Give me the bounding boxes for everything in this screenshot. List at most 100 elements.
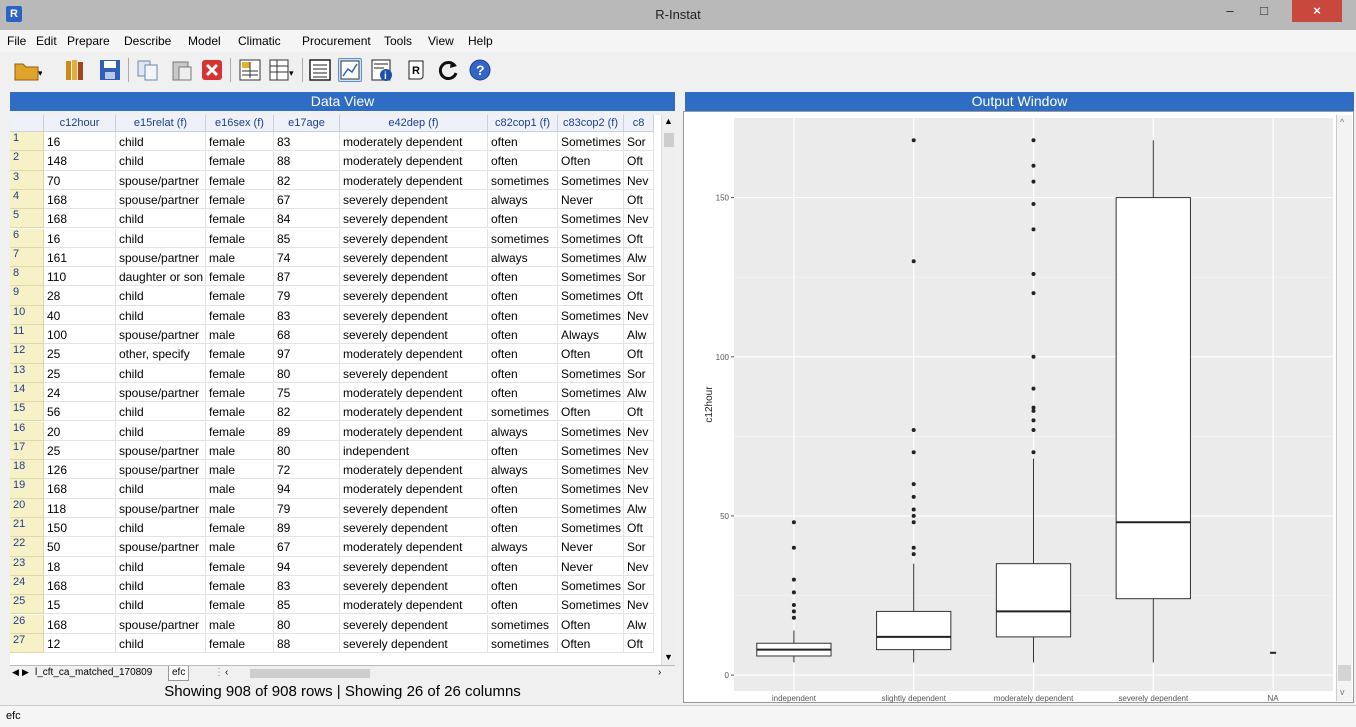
table-cell[interactable]: Sometimes xyxy=(558,363,624,383)
table-cell[interactable]: Nev xyxy=(624,305,654,325)
table-cell[interactable]: male xyxy=(206,325,274,345)
table-cell[interactable]: spouse/partner xyxy=(116,247,206,268)
table-cell[interactable]: independent xyxy=(340,440,488,461)
table-cell[interactable]: daughter or son - xyxy=(116,267,206,287)
table-cell[interactable]: often xyxy=(488,267,558,287)
table-cell[interactable]: 83 xyxy=(274,132,340,152)
table-cell[interactable]: child xyxy=(116,132,206,152)
table-cell[interactable]: 79 xyxy=(274,286,340,306)
table-cell[interactable]: spouse/partner xyxy=(116,325,206,345)
table-cell[interactable]: 50 xyxy=(44,537,116,557)
row-number[interactable]: 2 xyxy=(10,151,44,171)
output-vertical-scrollbar[interactable]: ^ v xyxy=(1336,115,1352,701)
menu-edit[interactable]: Edit xyxy=(36,34,57,48)
table-cell[interactable]: child xyxy=(116,421,206,441)
output-window[interactable]: 0 50 100 150 independent slightly dependent mo… xyxy=(683,111,1354,703)
column-header[interactable]: e17age xyxy=(274,115,340,132)
table-cell[interactable]: female xyxy=(206,556,274,576)
table-cell[interactable]: 70 xyxy=(44,170,116,190)
table-cell[interactable]: often xyxy=(488,556,558,576)
table-cell[interactable]: severely dependent xyxy=(340,286,488,306)
table-cell[interactable]: female xyxy=(206,363,274,383)
table-cell[interactable]: female xyxy=(206,170,274,190)
row-number[interactable]: 13 xyxy=(10,363,44,383)
table-cell[interactable]: Sometimes xyxy=(558,498,624,518)
table-cell[interactable]: often xyxy=(488,344,558,364)
menu-procurement[interactable]: Procurement xyxy=(302,34,371,48)
table-cell[interactable]: Often xyxy=(558,633,624,654)
table-cell[interactable]: child xyxy=(116,286,206,306)
tab-next-icon[interactable]: ▶ xyxy=(22,667,29,678)
table-cell[interactable]: Sor xyxy=(624,267,654,287)
table-cell[interactable]: sometimes xyxy=(488,228,558,248)
sheet-tab-efc[interactable]: efc xyxy=(168,666,190,681)
table-cell[interactable]: female xyxy=(206,595,274,615)
column-header[interactable]: e15relat (f) xyxy=(116,115,206,132)
table-cell[interactable]: Nev xyxy=(624,479,654,499)
table-cell[interactable]: 88 xyxy=(274,633,340,654)
table-cell[interactable]: 20 xyxy=(44,421,116,441)
data-view-icon[interactable] xyxy=(238,58,262,82)
row-number[interactable]: 4 xyxy=(10,189,44,210)
table-cell[interactable]: severely dependent xyxy=(340,189,488,210)
table-cell[interactable]: 40 xyxy=(44,305,116,325)
table-cell[interactable]: female xyxy=(206,267,274,287)
table-cell[interactable]: severely dependent xyxy=(340,267,488,287)
table-cell[interactable]: 75 xyxy=(274,382,340,403)
table-cell[interactable]: 24 xyxy=(44,382,116,403)
table-cell[interactable]: 16 xyxy=(44,228,116,248)
scroll-down-icon[interactable]: ▼ xyxy=(664,652,673,662)
table-cell[interactable]: child xyxy=(116,556,206,576)
table-cell[interactable]: Sometimes xyxy=(558,595,624,615)
delete-icon[interactable] xyxy=(200,58,224,82)
table-cell[interactable]: male xyxy=(206,440,274,461)
table-cell[interactable]: 82 xyxy=(274,170,340,190)
table-cell[interactable]: Nev xyxy=(624,460,654,480)
table-cell[interactable]: 28 xyxy=(44,286,116,306)
table-cell[interactable]: severely dependent xyxy=(340,228,488,248)
table-cell[interactable]: moderately dependent xyxy=(340,595,488,615)
row-number[interactable]: 12 xyxy=(10,344,44,364)
table-cell[interactable]: severely dependent xyxy=(340,498,488,518)
row-number[interactable]: 27 xyxy=(10,633,44,654)
table-cell[interactable]: often xyxy=(488,575,558,596)
table-cell[interactable]: severely dependent xyxy=(340,614,488,634)
table-cell[interactable]: 80 xyxy=(274,440,340,461)
table-cell[interactable]: female xyxy=(206,189,274,210)
table-cell[interactable]: child xyxy=(116,595,206,615)
table-cell[interactable]: female xyxy=(206,518,274,538)
table-cell[interactable]: severely dependent xyxy=(340,518,488,538)
table-cell[interactable]: Sometimes xyxy=(558,286,624,306)
script-icon[interactable]: R xyxy=(404,58,428,82)
table-cell[interactable]: 94 xyxy=(274,556,340,576)
column-header[interactable]: c83cop2 (f) xyxy=(558,115,624,132)
table-cell[interactable]: female xyxy=(206,151,274,171)
table-cell[interactable]: female xyxy=(206,286,274,306)
table-cell[interactable]: 168 xyxy=(44,479,116,499)
table-cell[interactable]: male xyxy=(206,247,274,268)
table-cell[interactable]: female xyxy=(206,633,274,654)
table-cell[interactable]: Never xyxy=(558,189,624,210)
table-cell[interactable]: severely dependent xyxy=(340,633,488,654)
table-cell[interactable]: often xyxy=(488,479,558,499)
table-cell[interactable]: spouse/partner xyxy=(116,440,206,461)
table-cell[interactable]: spouse/partner xyxy=(116,460,206,480)
table-cell[interactable]: Sor xyxy=(624,363,654,383)
library-icon[interactable] xyxy=(64,58,88,82)
table-cell[interactable]: moderately dependent xyxy=(340,382,488,403)
table-cell[interactable]: child xyxy=(116,305,206,325)
table-cell[interactable]: 85 xyxy=(274,595,340,615)
output-scroll-up-icon[interactable]: ^ xyxy=(1340,117,1344,127)
save-icon[interactable] xyxy=(98,58,122,82)
copy-icon[interactable] xyxy=(136,58,160,82)
table-cell[interactable]: 74 xyxy=(274,247,340,268)
table-cell[interactable]: often xyxy=(488,209,558,229)
table-cell[interactable]: Oft xyxy=(624,151,654,171)
row-number[interactable]: 5 xyxy=(10,209,44,229)
table-cell[interactable]: female xyxy=(206,421,274,441)
table-cell[interactable]: 80 xyxy=(274,614,340,634)
table-cell[interactable]: often xyxy=(488,363,558,383)
row-number[interactable]: 26 xyxy=(10,614,44,634)
table-cell[interactable]: 12 xyxy=(44,633,116,654)
table-cell[interactable]: sometimes xyxy=(488,614,558,634)
